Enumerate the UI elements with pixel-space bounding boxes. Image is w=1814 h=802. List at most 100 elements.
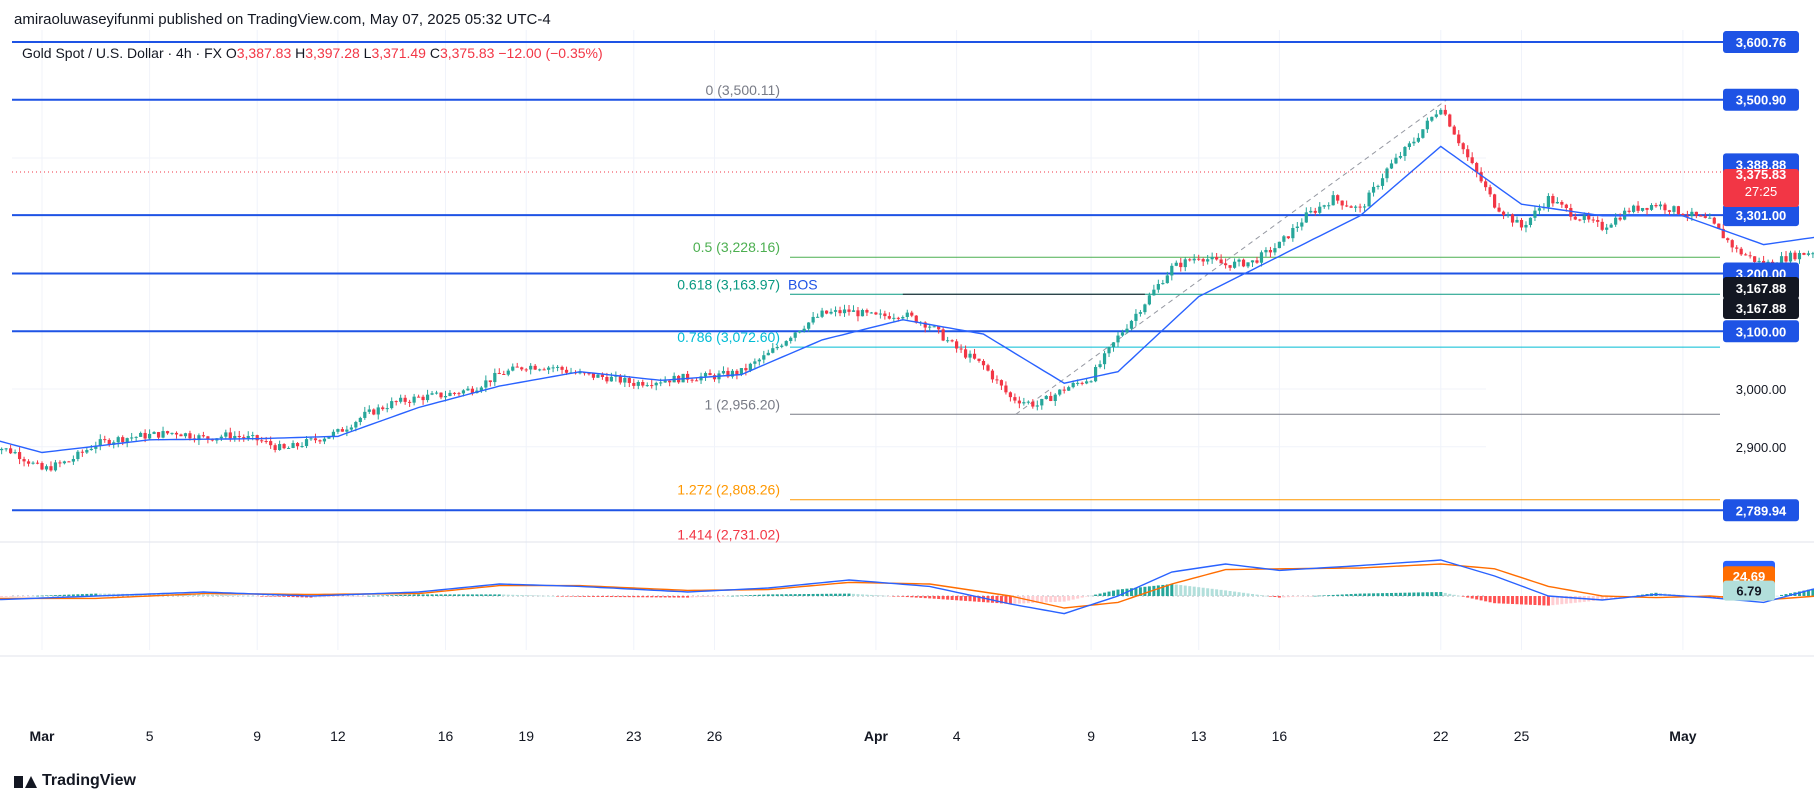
candle-body — [304, 439, 309, 447]
candle-body — [1345, 205, 1349, 207]
macd-histogram-bar — [1206, 588, 1210, 596]
macd-histogram-bar — [618, 596, 622, 598]
candle-body — [1232, 261, 1237, 268]
macd-histogram-bar — [1515, 596, 1519, 605]
candle-body — [1125, 328, 1129, 333]
candle-body — [385, 408, 389, 410]
candle-body — [623, 378, 627, 383]
candle-body — [1210, 256, 1214, 260]
candle-body — [838, 310, 842, 314]
macd-histogram-bar — [641, 596, 645, 598]
fib-level-label: 0.5 (3,228.16) — [693, 239, 780, 255]
candle-body — [1497, 207, 1501, 212]
candle-body — [228, 432, 232, 439]
candle-body — [874, 312, 878, 315]
macd-histogram-bar — [556, 596, 560, 597]
macd-histogram-bar — [1300, 596, 1304, 597]
tradingview-brand[interactable]: TradingView — [14, 772, 136, 790]
macd-histogram-bar — [914, 596, 918, 598]
candle-body — [1726, 238, 1730, 241]
macd-histogram-bar — [726, 596, 730, 597]
macd-histogram-bar — [49, 595, 53, 596]
candle-body — [313, 438, 318, 441]
candle-body — [941, 329, 945, 341]
price-tag-label: 3,375.83 — [1736, 167, 1787, 182]
macd-histogram-bar — [269, 596, 273, 597]
horizontal-levels[interactable] — [12, 41, 1725, 512]
macd-histogram-bar — [1430, 592, 1434, 596]
macd-histogram-bar — [892, 596, 896, 597]
candle-body — [1569, 207, 1573, 217]
candle-body — [466, 388, 470, 391]
macd-histogram-bar — [448, 594, 452, 596]
candle-body — [1241, 259, 1246, 267]
candle-body — [542, 369, 546, 371]
macd-histogram-bar — [551, 596, 555, 597]
candle-body — [85, 450, 89, 453]
time-axis-label: Mar — [30, 728, 55, 744]
candle-body — [1098, 364, 1102, 367]
macd-histogram-bar — [1210, 588, 1214, 596]
candle-body — [1578, 219, 1582, 221]
drawings[interactable]: BOS — [12, 100, 1814, 295]
candle-body — [1170, 265, 1174, 276]
time-axis-label: 5 — [146, 728, 154, 744]
candle-body — [1407, 143, 1412, 148]
candle-body — [851, 310, 856, 312]
candle-body — [1439, 109, 1443, 115]
macd-histogram-bar — [417, 594, 421, 596]
candle-body — [1085, 381, 1089, 384]
macd-histogram-bar — [479, 594, 483, 596]
candle-body — [1040, 398, 1044, 406]
candle-body — [807, 322, 811, 329]
candle-body — [439, 392, 443, 398]
macd-histogram-bar — [1551, 596, 1555, 606]
macd-histogram-bar — [233, 595, 237, 596]
candle-body — [80, 451, 84, 453]
candle-body — [1026, 401, 1030, 403]
price-axis-label: 3,000.00 — [1736, 382, 1787, 397]
macd-histogram-bar — [1461, 596, 1465, 597]
macd-histogram-bar — [704, 596, 708, 597]
candle-body — [1403, 147, 1407, 157]
candle-body — [1264, 249, 1268, 253]
candle-body — [1255, 260, 1259, 263]
macd-histogram-bar — [941, 596, 945, 600]
macd-histogram-bar — [591, 596, 595, 597]
macd-histogram-bar — [686, 596, 690, 598]
macd-histogram-bar — [1349, 594, 1353, 596]
macd-histogram-bar — [1389, 592, 1393, 596]
candle-body — [1318, 206, 1322, 213]
macd-histogram-bar — [1367, 593, 1371, 596]
candle-body — [555, 366, 560, 368]
macd-histogram-bar — [1170, 584, 1174, 596]
macd-histogram-bar — [636, 596, 640, 598]
macd-histogram-bar — [403, 594, 407, 596]
macd-histogram-bar — [36, 595, 40, 597]
macd-histogram-bar — [1237, 592, 1241, 596]
candle-body — [963, 349, 968, 358]
brand-name: TradingView — [42, 772, 136, 789]
candle-body — [1488, 187, 1492, 195]
price-chart[interactable]: 0 (3,500.11) 0.5 (3,228.16) 0.618 (3,163.9… — [0, 0, 1814, 802]
candle-body — [972, 353, 977, 359]
macd-histogram-bar — [1080, 596, 1084, 598]
candle-body — [1605, 227, 1609, 230]
symbol-legend[interactable]: Gold Spot / U.S. Dollar · 4h · FX O3,387… — [22, 45, 603, 61]
candle-body — [990, 370, 995, 380]
macd-histogram-bar — [753, 594, 757, 596]
candle-body — [1192, 258, 1196, 261]
macd-histogram-bar — [1416, 592, 1420, 596]
candle-body — [1470, 157, 1474, 164]
candle-body — [89, 448, 93, 451]
macd-histogram-bar — [919, 596, 923, 598]
candle-body — [1322, 205, 1326, 207]
candle-body — [367, 409, 371, 412]
candle-body — [246, 435, 250, 439]
candle-body — [1645, 207, 1649, 210]
macd-histogram-bar — [1228, 591, 1232, 596]
candle-body — [946, 340, 950, 342]
macd-histogram-bar — [1304, 596, 1308, 597]
macd-histogram-bar — [1336, 594, 1340, 596]
candle-body — [260, 440, 264, 442]
